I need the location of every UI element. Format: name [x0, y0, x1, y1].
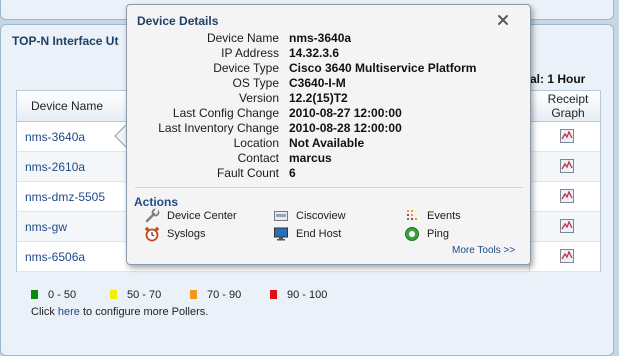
detail-row: IP Address 14.32.3.6	[127, 46, 527, 61]
alarm-clock-icon	[145, 227, 159, 242]
events-icon	[407, 210, 417, 220]
configure-prefix: Click	[31, 306, 58, 318]
detail-value: 2010-08-27 12:00:00	[289, 106, 402, 120]
legend-item: 70 - 90	[190, 289, 241, 301]
panel-title: TOP-N Interface Ut	[12, 34, 119, 48]
actions-heading: Actions	[134, 195, 179, 209]
detail-label: Device Type	[213, 61, 279, 75]
detail-label: OS Type	[232, 76, 279, 90]
detail-row: Device Name nms-3640a	[127, 31, 527, 46]
more-tools-link[interactable]: More Tools >>	[452, 245, 515, 256]
device-link[interactable]: nms-2610a	[25, 160, 85, 174]
detail-label: Device Name	[206, 31, 279, 45]
device-link[interactable]: nms-3640a	[25, 130, 85, 144]
device-link[interactable]: nms-gw	[25, 220, 67, 234]
detail-row: Fault Count 6	[127, 166, 527, 181]
action-label: Ping	[427, 228, 450, 240]
action-label: End Host	[296, 228, 342, 240]
action-label: Syslogs	[167, 228, 206, 240]
legend-item: 0 - 50	[31, 289, 76, 301]
receipt-graph-icon[interactable]	[560, 189, 574, 203]
detail-value: C3640-I-M	[289, 76, 346, 90]
legend-swatch	[270, 290, 277, 299]
configure-suffix: to configure more Pollers.	[79, 306, 209, 318]
detail-value: 2010-08-28 12:00:00	[289, 121, 402, 135]
detail-value: Cisco 3640 Multiservice Platform	[289, 61, 477, 75]
receipt-graph-icon[interactable]	[560, 219, 574, 233]
legend-item: 50 - 70	[110, 289, 161, 301]
detail-row: Device Type Cisco 3640 Multiservice Platf…	[127, 61, 527, 76]
detail-row: Location Not Available	[127, 136, 527, 151]
detail-value: nms-3640a	[289, 31, 352, 45]
detail-label: Location	[233, 136, 279, 150]
legend-swatch	[110, 290, 117, 299]
action-label: Device Center	[167, 210, 237, 222]
detail-value: marcus	[289, 151, 332, 165]
detail-row: Last Config Change 2010-08-27 12:00:00	[127, 106, 527, 121]
legend-swatch	[31, 290, 38, 299]
configure-pollers-text: Click here to configure more Pollers.	[31, 306, 208, 318]
detail-label: Last Config Change	[172, 106, 279, 120]
legend-label: 90 - 100	[287, 289, 328, 301]
configure-here-link[interactable]: here	[58, 306, 80, 318]
device-link[interactable]: nms-6506a	[25, 250, 85, 264]
detail-label: Contact	[237, 151, 279, 165]
detail-row: Last Inventory Change 2010-08-28 12:00:00	[127, 121, 527, 136]
detail-value: 6	[289, 166, 296, 180]
detail-label: IP Address	[221, 46, 279, 60]
detail-row: OS Type C3640-I-M	[127, 76, 527, 91]
receipt-graph-icon[interactable]	[560, 129, 574, 143]
ping-icon	[405, 227, 419, 241]
popup-title: Device Details	[137, 14, 219, 28]
device-link[interactable]: nms-dmz-5505	[25, 190, 105, 204]
legend-label: 70 - 90	[207, 289, 242, 301]
legend-item: 90 - 100	[270, 289, 327, 301]
legend-swatch	[190, 290, 197, 299]
action-label: Events	[427, 210, 461, 222]
receipt-graph-icon[interactable]	[560, 249, 574, 263]
interval-label: al: 1 Hour	[530, 72, 586, 86]
action-label: Ciscoview	[296, 210, 346, 222]
detail-row: Contact marcus	[127, 151, 527, 166]
wrench-icon	[145, 208, 160, 223]
detail-row: Version 12.2(15)T2	[127, 91, 527, 106]
detail-label: Version	[238, 91, 279, 105]
legend-label: 50 - 70	[127, 289, 162, 301]
divider	[135, 187, 523, 188]
column-header-receipt-graph[interactable]: Receipt Graph	[545, 92, 591, 120]
detail-value: 14.32.3.6	[289, 46, 340, 60]
column-header-device-name[interactable]: Device Name	[31, 99, 103, 113]
detail-value: 12.2(15)T2	[289, 91, 348, 105]
device-details-popup: Device Details Device Name nms-3640a IP A…	[126, 4, 531, 265]
detail-value: Not Available	[289, 136, 365, 150]
detail-label: Last Inventory Change	[158, 121, 279, 135]
ciscoview-icon	[274, 211, 288, 221]
monitor-icon	[274, 227, 288, 241]
close-icon[interactable]	[496, 13, 510, 27]
detail-label: Fault Count	[216, 166, 279, 180]
legend-label: 0 - 50	[48, 289, 77, 301]
receipt-graph-icon[interactable]	[560, 159, 574, 173]
